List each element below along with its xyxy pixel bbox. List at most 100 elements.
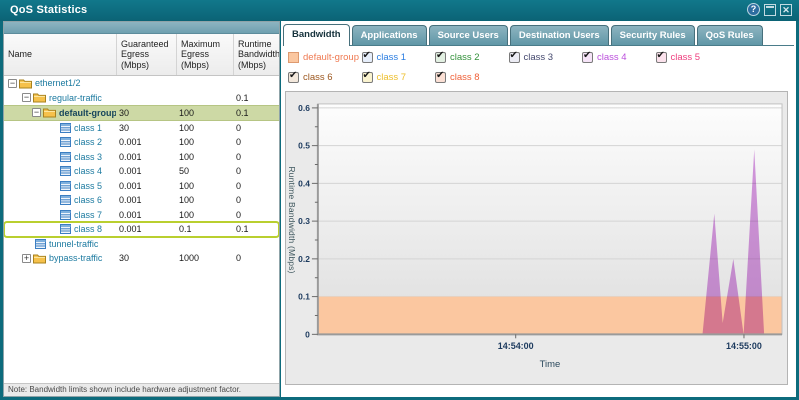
- y-tick-label: 0.3: [298, 216, 310, 226]
- cell-g-value: 0.001: [119, 137, 142, 148]
- legend-item-class-4[interactable]: ✔ class 4: [582, 47, 656, 67]
- checkmark-icon: ✔: [436, 69, 445, 81]
- legend-label: class 6: [303, 71, 333, 83]
- window-title: QoS Statistics: [10, 4, 88, 16]
- bandwidth-chart-panel: 0 0.1 0.2 0.3 0.4 0.5 0.6 14:54:00 14:55:00 Time …: [285, 91, 788, 385]
- qos-statistics-window: QoS Statistics ? ✕ Name Guaranteed Egress…: [0, 0, 799, 400]
- table-row-class-3[interactable]: class 3 0.001 100 0: [4, 150, 279, 165]
- cell-m-value: 0.1: [179, 224, 192, 235]
- tree-node-label: default-group: [59, 107, 116, 118]
- table-header: Name Guaranteed Egress (Mbps) Maximum Egre…: [4, 34, 279, 76]
- checkbox-icon[interactable]: ✔: [361, 70, 373, 83]
- table-row-bypass-traffic[interactable]: + bypass-traffic 30 1000 0: [4, 251, 279, 266]
- folder-icon: [33, 254, 46, 264]
- tab-source-users[interactable]: Source Users: [428, 25, 508, 45]
- table-row-class-1[interactable]: class 1 30 100 0: [4, 121, 279, 136]
- bandwidth-chart: 0 0.1 0.2 0.3 0.4 0.5 0.6 14:54:00 14:55:00 Time: [298, 103, 783, 370]
- legend-item-class-2[interactable]: ✔ class 2: [435, 47, 509, 67]
- collapse-icon[interactable]: −: [32, 108, 41, 118]
- tree-node-label: class 4: [74, 166, 103, 177]
- cell-r-value: 0: [236, 195, 242, 206]
- cell-m-value: 100: [179, 107, 195, 118]
- table-row-tunnel-traffic[interactable]: tunnel-traffic: [4, 237, 279, 252]
- legend-item-default-group[interactable]: default-group: [288, 47, 362, 67]
- class-icon: [35, 238, 46, 249]
- tree-cell: − default-group: [4, 107, 116, 118]
- checkbox-icon[interactable]: ✔: [435, 69, 446, 83]
- column-header-runtime[interactable]: Runtime Bandwidth (Mbps): [233, 34, 279, 75]
- table-row-class-2[interactable]: class 2 0.001 100 0: [4, 135, 279, 150]
- tab-destination-users[interactable]: Destination Users: [509, 25, 609, 45]
- legend-item-class-7[interactable]: ✔ class 7: [361, 67, 436, 87]
- legend-item-class-5[interactable]: ✔ class 5: [655, 47, 730, 67]
- cell-m-value: 100: [179, 195, 195, 206]
- table-row-ethernet1-2[interactable]: − ethernet1/2: [4, 76, 279, 91]
- legend-label: class 7: [376, 71, 407, 83]
- class-icon: [60, 180, 71, 191]
- checkbox-icon[interactable]: ✔: [435, 50, 446, 63]
- tree-cell: class 5: [4, 180, 116, 191]
- expand-icon[interactable]: +: [22, 253, 31, 263]
- class-icon: [60, 166, 71, 177]
- tree-cell: tunnel-traffic: [4, 238, 116, 249]
- table-row-class-8[interactable]: class 8 0.001 0.1 0.1: [4, 221, 279, 238]
- table-row-regular-traffic[interactable]: − regular-traffic 0.1: [4, 91, 279, 106]
- tree-node-label: class 6: [74, 195, 103, 206]
- legend-item-class-6[interactable]: ✔ class 6: [288, 67, 362, 87]
- cell-r-value: 0.1: [236, 107, 249, 118]
- tree-cell: − ethernet1/2: [4, 78, 116, 89]
- class-icon: [60, 137, 71, 148]
- cell-g-value: 0.001: [119, 209, 142, 220]
- table-row-class-6[interactable]: class 6 0.001 100 0: [4, 193, 279, 208]
- tree-node-label: class 5: [74, 180, 103, 191]
- legend-item-class-8[interactable]: ✔ class 8: [435, 67, 509, 87]
- x-tick-label: 14:54:00: [498, 341, 534, 351]
- column-header-maximum[interactable]: Maximum Egress (Mbps): [176, 34, 233, 75]
- tab-bandwidth[interactable]: Bandwidth: [283, 24, 350, 46]
- checkbox-icon[interactable]: ✔: [288, 70, 299, 83]
- checkmark-icon: ✔: [656, 49, 665, 61]
- cell-m-value: 100: [179, 180, 195, 191]
- close-icon[interactable]: ✕: [780, 3, 792, 16]
- tab-applications[interactable]: Applications: [351, 25, 427, 45]
- class-icon: [60, 224, 71, 235]
- tree-node-label: class 7: [74, 209, 103, 220]
- tab-security-rules[interactable]: Security Rules: [610, 25, 695, 45]
- checkbox-icon[interactable]: ✔: [582, 49, 593, 63]
- y-tick-label: 0.5: [298, 141, 310, 151]
- legend-label: class 8: [450, 71, 480, 83]
- checkbox-icon[interactable]: ✔: [508, 50, 520, 63]
- cell-r-value: 0.1: [236, 92, 249, 103]
- help-icon[interactable]: ?: [747, 3, 760, 16]
- table-body: − ethernet1/2− regular-traffic 0.1− default-…: [4, 76, 279, 383]
- legend-label: class 1: [376, 51, 407, 63]
- legend-item-class-1[interactable]: ✔ class 1: [361, 47, 436, 67]
- column-header-name[interactable]: Name: [4, 34, 116, 75]
- qos-tree-panel: Name Guaranteed Egress (Mbps) Maximum Egre…: [3, 21, 280, 397]
- window-controls: ? ✕: [747, 3, 792, 16]
- collapse-icon[interactable]: −: [8, 78, 17, 88]
- cell-r-value: 0.1: [236, 224, 249, 235]
- series-legend: default-group ✔ class 1 ✔ class 2 ✔ class 3 ✔ cl…: [288, 47, 729, 87]
- cell-r-value: 0: [236, 122, 242, 133]
- table-row-default-group[interactable]: − default-group 30 100 0.1: [4, 105, 279, 121]
- checkbox-icon[interactable]: ✔: [655, 49, 667, 63]
- checkmark-icon: ✔: [583, 49, 592, 61]
- column-header-guaranteed[interactable]: Guaranteed Egress (Mbps): [116, 34, 176, 75]
- y-tick-label: 0.6: [298, 103, 310, 113]
- checkbox-icon[interactable]: ✔: [361, 50, 373, 63]
- table-row-class-7[interactable]: class 7 0.001 100 0: [4, 208, 279, 223]
- restore-icon[interactable]: [764, 3, 776, 16]
- cell-r-value: 0: [236, 253, 242, 264]
- y-tick-label: 0.1: [298, 292, 310, 302]
- table-row-class-5[interactable]: class 5 0.001 100 0: [4, 179, 279, 194]
- legend-item-class-3[interactable]: ✔ class 3: [508, 47, 583, 67]
- x-tick-label: 14:55:00: [726, 341, 762, 351]
- collapse-icon[interactable]: −: [22, 93, 31, 103]
- tab-qos-rules[interactable]: QoS Rules: [696, 25, 763, 45]
- cell-m-value: 50: [179, 166, 190, 177]
- table-row-class-4[interactable]: class 4 0.001 50 0: [4, 164, 279, 179]
- tree-cell: + bypass-traffic: [4, 253, 116, 264]
- tab-bar: Bandwidth Applications Source Users Destina…: [283, 24, 794, 46]
- legend-label: default-group: [303, 51, 359, 63]
